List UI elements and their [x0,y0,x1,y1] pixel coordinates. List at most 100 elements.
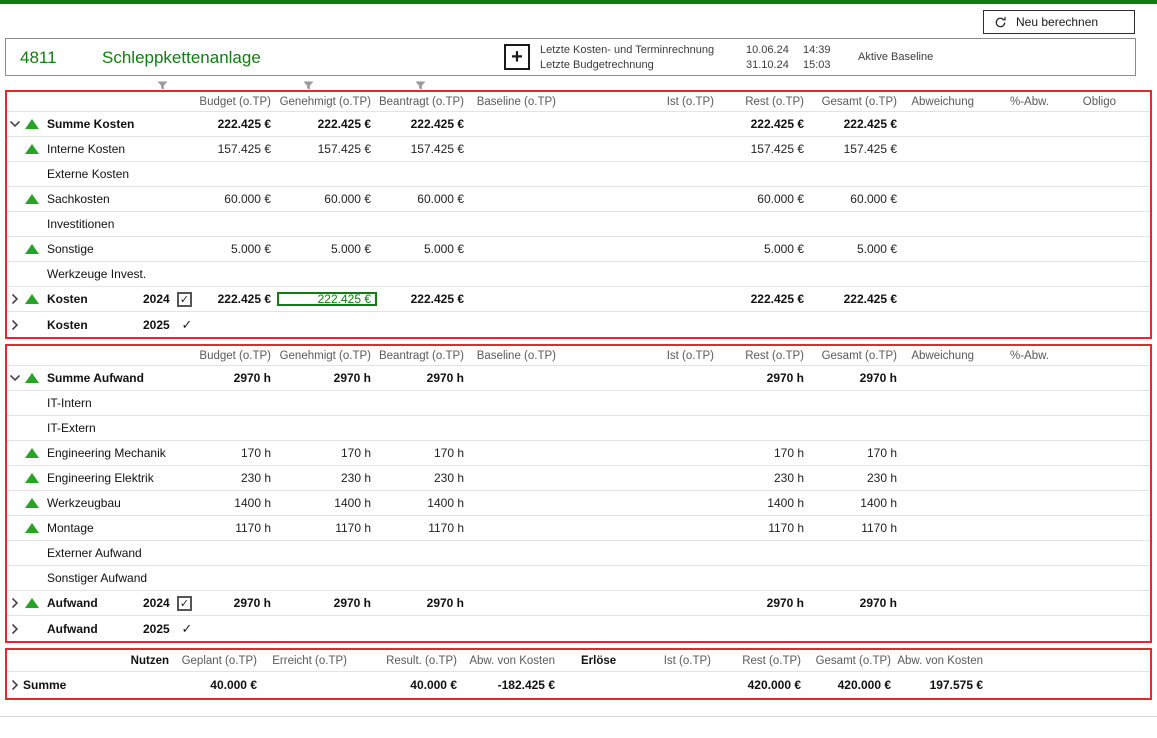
value-cell[interactable]: 222.425 € [377,117,470,131]
value-cell[interactable]: 60.000 € [377,192,470,206]
value-cell[interactable]: 1400 h [277,496,377,510]
row-label: Kosten [47,292,143,306]
table-row[interactable]: Aufwand2025✓ [7,616,1150,641]
table-row[interactable]: Werkzeuge Invest. [7,262,1150,287]
chevron-right-icon[interactable] [7,679,23,691]
table-row[interactable]: Summe Kosten222.425 €222.425 €222.425 €2… [7,112,1150,137]
value-cell[interactable]: 2970 h [810,596,903,610]
value-cell[interactable]: 230 h [810,471,903,485]
value-cell[interactable]: 1170 h [810,521,903,535]
value-cell[interactable]: 197.575 € [897,678,989,692]
chevron-right-icon[interactable] [7,597,23,609]
value-cell[interactable]: 420.000 € [717,678,807,692]
value-cell[interactable]: 5.000 € [810,242,903,256]
table-row[interactable]: Sachkosten60.000 €60.000 €60.000 €60.000… [7,187,1150,212]
value-cell[interactable]: 222.425 € [810,117,903,131]
chevron-right-icon[interactable] [7,623,23,635]
value-cell[interactable]: 157.425 € [197,142,277,156]
value-cell[interactable]: 222.425 € [197,117,277,131]
value-cell[interactable]: 157.425 € [810,142,903,156]
value-cell[interactable]: 1400 h [720,496,810,510]
filter-icon[interactable] [303,78,314,96]
value-cell[interactable]: 170 h [720,446,810,460]
year-check-icon[interactable]: ✓ [177,621,197,637]
value-cell[interactable]: 5.000 € [720,242,810,256]
value-cell[interactable]: -182.425 € [463,678,561,692]
value-cell[interactable]: 1400 h [810,496,903,510]
recalculate-button[interactable]: Neu berechnen [983,10,1135,34]
value-cell[interactable]: 222.425 € [810,292,903,306]
value-cell[interactable]: 2970 h [720,596,810,610]
chevron-right-icon[interactable] [7,293,23,305]
table-row[interactable]: Werkzeugbau1400 h1400 h1400 h1400 h1400 … [7,491,1150,516]
value-cell[interactable]: 222.425 € [277,117,377,131]
table-row[interactable]: Kosten2025✓ [7,312,1150,337]
value-cell[interactable]: 1170 h [377,521,470,535]
value-cell[interactable]: 1400 h [197,496,277,510]
value-cell[interactable]: 2970 h [377,371,470,385]
table-row[interactable]: Investitionen [7,212,1150,237]
value-cell[interactable]: 2970 h [377,596,470,610]
value-cell[interactable]: 60.000 € [197,192,277,206]
table-row[interactable]: Externe Kosten [7,162,1150,187]
table-row[interactable]: Engineering Elektrik230 h230 h230 h230 h… [7,466,1150,491]
value-cell[interactable]: 157.425 € [277,142,377,156]
value-cell[interactable]: 2970 h [810,371,903,385]
value-cell[interactable]: 1170 h [277,521,377,535]
table-row[interactable]: Engineering Mechanik170 h170 h170 h170 h… [7,441,1150,466]
value-cell[interactable]: 420.000 € [807,678,897,692]
value-cell[interactable]: 2970 h [197,371,277,385]
kosten-table: Budget (o.TP)Genehmigt (o.TP)Beantragt (… [7,92,1150,337]
value-cell[interactable]: 157.425 € [377,142,470,156]
value-cell[interactable]: 5.000 € [277,242,377,256]
value-cell[interactable]: 60.000 € [720,192,810,206]
table-row[interactable]: Sonstiger Aufwand [7,566,1150,591]
value-cell[interactable]: 1400 h [377,496,470,510]
year-checkbox[interactable]: ✓ [177,596,192,611]
value-cell[interactable]: 2970 h [197,596,277,610]
value-cell[interactable]: 170 h [197,446,277,460]
chevron-right-icon[interactable] [7,319,23,331]
value-cell[interactable]: 2970 h [277,596,377,610]
value-cell[interactable]: 222.425 € [377,292,470,306]
value-cell[interactable]: 5.000 € [377,242,470,256]
value-cell[interactable]: 222.425 € [277,292,377,306]
value-cell[interactable]: 230 h [197,471,277,485]
table-row[interactable]: Sonstige5.000 €5.000 €5.000 €5.000 €5.00… [7,237,1150,262]
value-cell[interactable]: 2970 h [720,371,810,385]
value-cell[interactable]: 170 h [810,446,903,460]
value-cell[interactable]: 1170 h [197,521,277,535]
value-cell[interactable]: 222.425 € [720,117,810,131]
value-cell[interactable]: 40.000 € [175,678,263,692]
value-cell[interactable]: 40.000 € [353,678,463,692]
value-cell[interactable]: 230 h [277,471,377,485]
value-cell[interactable]: 222.425 € [720,292,810,306]
filter-icon[interactable] [415,78,426,96]
value-cell[interactable]: 1170 h [720,521,810,535]
value-cell[interactable]: 60.000 € [277,192,377,206]
table-row[interactable]: Aufwand2024✓2970 h2970 h2970 h2970 h2970… [7,591,1150,616]
chevron-down-icon[interactable] [7,374,23,382]
year-checkbox[interactable]: ✓ [177,292,192,307]
table-row[interactable]: Interne Kosten157.425 €157.425 €157.425 … [7,137,1150,162]
value-cell[interactable]: 170 h [377,446,470,460]
value-cell[interactable]: 230 h [720,471,810,485]
table-row[interactable]: Kosten2024✓222.425 €222.425 €222.425 €22… [7,287,1150,312]
value-cell[interactable]: 230 h [377,471,470,485]
table-row[interactable]: Summe40.000 €40.000 €-182.425 €420.000 €… [7,672,1150,698]
table-row[interactable]: IT-Extern [7,416,1150,441]
year-check-icon[interactable]: ✓ [177,317,197,333]
filter-icon[interactable] [157,78,168,96]
value-cell[interactable]: 2970 h [277,371,377,385]
value-cell[interactable]: 222.425 € [197,292,277,306]
value-cell[interactable]: 157.425 € [720,142,810,156]
table-row[interactable]: Externer Aufwand [7,541,1150,566]
table-row[interactable]: Summe Aufwand2970 h2970 h2970 h2970 h297… [7,366,1150,391]
add-plus-icon[interactable]: + [504,44,530,70]
table-row[interactable]: IT-Intern [7,391,1150,416]
value-cell[interactable]: 60.000 € [810,192,903,206]
table-row[interactable]: Montage1170 h1170 h1170 h1170 h1170 h [7,516,1150,541]
chevron-down-icon[interactable] [7,120,23,128]
value-cell[interactable]: 170 h [277,446,377,460]
value-cell[interactable]: 5.000 € [197,242,277,256]
